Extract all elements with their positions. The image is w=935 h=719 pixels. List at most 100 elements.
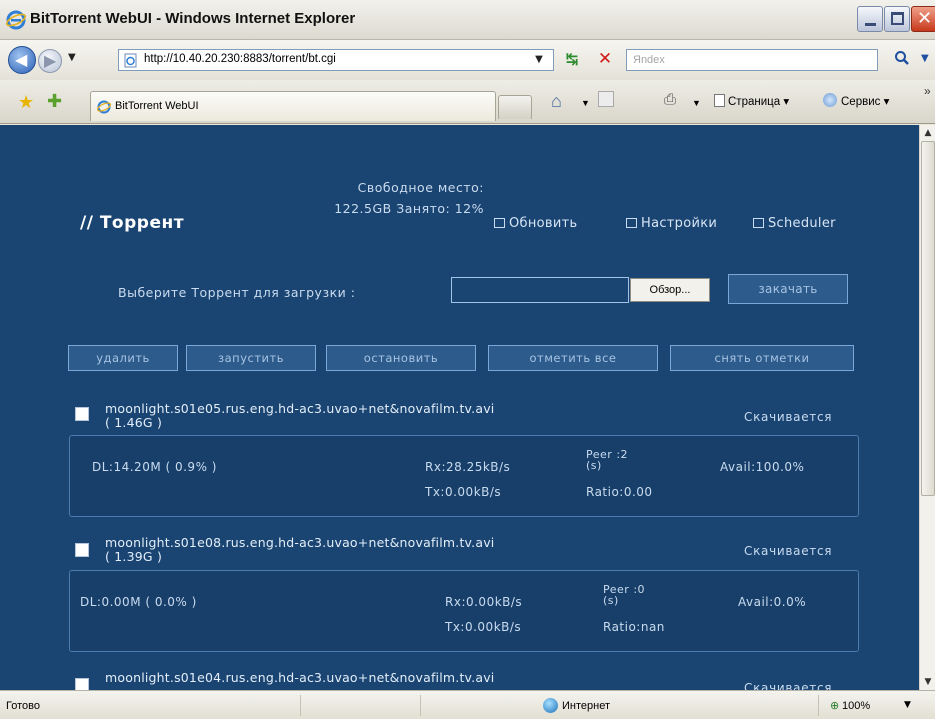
tab-bittorrent-webui[interactable]: BitTorrent WebUI <box>90 91 496 121</box>
settings-link-label: Настройки <box>641 216 718 231</box>
window-title: BitTorrent WebUI - Windows Internet Expl… <box>30 10 356 27</box>
torrent-status: Скачивается <box>744 544 833 558</box>
torrent-status: Скачивается <box>744 410 833 424</box>
torrent-status: Скачивается <box>744 681 833 690</box>
torrent-checkbox[interactable] <box>75 678 89 690</box>
vertical-scrollbar[interactable]: ▲ ▼ <box>919 125 935 690</box>
scheduler-link[interactable]: Scheduler <box>753 216 836 231</box>
page-menu-label: Страница <box>728 96 781 108</box>
delete-button[interactable]: удалить <box>68 345 178 371</box>
search-input[interactable]: Яndex <box>626 49 878 71</box>
select-all-button[interactable]: отметить все <box>488 345 658 371</box>
torrent-filename: moonlight.s01e05.rus.eng.hd-ac3.uvao+net… <box>105 401 495 416</box>
history-dropdown[interactable]: ▼ <box>68 52 76 63</box>
print-icon[interactable]: ⎙ <box>664 91 676 108</box>
torrent-tx: Tx:0.00kB/s <box>425 485 502 499</box>
torrent-rx: Rx:0.00kB/s <box>445 595 523 609</box>
url-text[interactable]: http://10.40.20.230:8883/torrent/bt.cgi <box>144 53 336 65</box>
navigation-bar: ◀ ▶ ▼ http://10.40.20.230:8883/torrent/b… <box>0 40 935 80</box>
torrent-name: moonlight.s01e08.rus.eng.hd-ac3.uvao+net… <box>105 536 494 564</box>
torrent-ratio: Ratio:0.00 <box>586 485 653 499</box>
security-zone[interactable]: Интернет <box>562 700 610 712</box>
torrent-filename: moonlight.s01e08.rus.eng.hd-ac3.uvao+net… <box>105 535 495 550</box>
start-button[interactable]: запустить <box>186 345 316 371</box>
status-divider <box>420 695 421 716</box>
back-icon: ◀ <box>15 50 28 69</box>
new-tab-button[interactable] <box>498 95 532 119</box>
torrent-details: DL:14.20M ( 0.9% ) Rx:28.25kB/s Tx:0.00k… <box>69 435 859 517</box>
search-button[interactable] <box>894 50 914 70</box>
maximize-button[interactable] <box>884 6 910 32</box>
torrent-checkbox[interactable] <box>75 407 89 421</box>
torrent-name: moonlight.s01e04.rus.eng.hd-ac3.uvao+net… <box>105 671 494 685</box>
zoom-level[interactable]: 100% <box>842 700 870 712</box>
print-dropdown[interactable]: ▼ <box>692 98 701 108</box>
page-icon <box>124 53 137 68</box>
peer-value: :0 <box>633 583 646 596</box>
tab-bar: ★ ✚ BitTorrent WebUI ⌂ ▼ ⎙ ▼ Страница ▾ … <box>0 80 935 124</box>
checkbox-icon <box>626 218 637 228</box>
scroll-down-icon[interactable]: ▼ <box>920 674 935 690</box>
tools-menu-label: Сервис <box>841 96 881 108</box>
torrent-dl: DL:14.20M ( 0.9% ) <box>92 460 217 474</box>
address-dropdown[interactable]: ▼ <box>528 51 550 69</box>
ie-logo-icon <box>6 10 26 30</box>
chevron-more-icon[interactable]: » <box>924 84 931 98</box>
address-bar[interactable]: http://10.40.20.230:8883/torrent/bt.cgi <box>118 49 554 71</box>
stop-torrent-button[interactable]: остановить <box>326 345 476 371</box>
settings-link[interactable]: Настройки <box>626 216 717 231</box>
browse-button[interactable]: Обзор... <box>630 278 710 302</box>
download-button[interactable]: закачать <box>728 274 848 304</box>
torrent-rx: Rx:28.25kB/s <box>425 460 511 474</box>
scheduler-link-label: Scheduler <box>768 216 836 231</box>
torrent-filename: moonlight.s01e04.rus.eng.hd-ac3.uvao+net… <box>105 670 495 685</box>
scroll-up-icon[interactable]: ▲ <box>920 125 935 141</box>
home-icon[interactable]: ⌂ <box>551 91 562 112</box>
search-placeholder: Яndex <box>633 54 665 66</box>
torrent-size: ( 1.39G ) <box>105 549 163 564</box>
refresh-link-label: Обновить <box>509 216 578 231</box>
tab-label: BitTorrent WebUI <box>115 100 199 112</box>
torrent-name: moonlight.s01e05.rus.eng.hd-ac3.uvao+net… <box>105 402 494 430</box>
close-icon: ✕ <box>917 8 933 29</box>
torrent-checkbox[interactable] <box>75 543 89 557</box>
peer-suffix: (s) <box>603 594 619 607</box>
refresh-link[interactable]: Обновить <box>494 216 577 231</box>
zoom-icon: ⊕ <box>830 699 840 712</box>
forward-button[interactable]: ▶ <box>38 49 62 73</box>
minimize-button[interactable] <box>857 6 883 32</box>
torrent-size: ( 1.46G ) <box>105 415 163 430</box>
stop-icon: ✕ <box>597 49 613 69</box>
search-icon <box>895 51 909 65</box>
tools-icon[interactable] <box>823 93 837 107</box>
home-dropdown[interactable]: ▼ <box>581 98 590 108</box>
status-divider <box>300 695 301 716</box>
favorites-star-icon[interactable]: ★ <box>18 92 34 113</box>
maximize-icon <box>891 12 904 25</box>
back-button[interactable]: ◀ <box>8 46 36 74</box>
search-dropdown[interactable]: ▼ <box>921 53 929 64</box>
stop-button[interactable]: ✕ <box>594 49 616 69</box>
tools-menu[interactable]: Сервис ▾ <box>841 94 889 108</box>
torrent-file-input[interactable] <box>451 277 629 303</box>
forward-icon: ▶ <box>44 51 57 70</box>
torrent-peers: Peer :0 (s) <box>603 584 645 606</box>
status-text: Готово <box>6 700 40 712</box>
browser-window: BitTorrent WebUI - Windows Internet Expl… <box>0 0 935 719</box>
deselect-all-button[interactable]: снять отметки <box>670 345 854 371</box>
title-bar: BitTorrent WebUI - Windows Internet Expl… <box>0 0 935 40</box>
refresh-icon: ↹ <box>565 50 579 68</box>
status-bar: Готово Интернет ⊕ 100% ▼ <box>0 690 935 719</box>
torrent-avail: Avail:0.0% <box>738 595 807 609</box>
close-button[interactable]: ✕ <box>911 6 935 32</box>
page-menu[interactable]: Страница ▾ <box>714 94 789 108</box>
zoom-dropdown[interactable]: ▼ <box>904 700 911 710</box>
scroll-thumb[interactable] <box>921 141 935 496</box>
refresh-button[interactable]: ↹ <box>561 50 583 70</box>
checkbox-icon <box>753 218 764 228</box>
feeds-icon[interactable] <box>598 91 614 107</box>
torrent-peers: Peer :2 (s) <box>586 449 628 471</box>
minimize-icon <box>865 23 876 26</box>
add-favorites-icon[interactable]: ✚ <box>47 91 62 112</box>
upload-label: Выберите Торрент для загрузки : <box>118 285 356 300</box>
